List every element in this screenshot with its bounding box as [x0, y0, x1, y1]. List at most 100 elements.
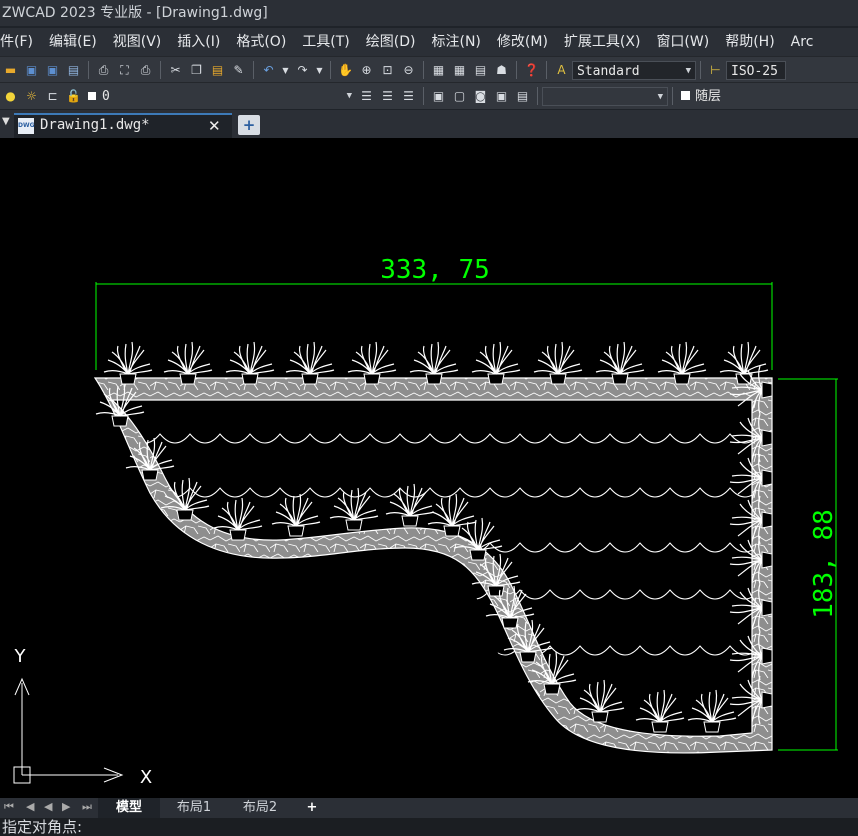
ucs-x-label: X [140, 767, 152, 788]
dimension-horizontal-text: 333, 75 [380, 255, 490, 285]
object-viewport-icon[interactable]: ▣ [494, 88, 510, 104]
layer-state-icon[interactable]: ☰ [401, 88, 417, 104]
toolbar-separator [330, 61, 331, 79]
redo-dropdown-icon[interactable]: ▼ [316, 62, 324, 78]
menu-insert[interactable]: 插入(I) [169, 28, 228, 56]
toolbar-separator [537, 87, 538, 105]
viewport-icon[interactable]: ▣ [431, 88, 447, 104]
markup-icon[interactable]: ☗ [494, 62, 510, 78]
close-tab-icon[interactable]: ✕ [208, 117, 221, 135]
save-icon[interactable]: ▣ [24, 62, 40, 78]
command-line[interactable]: 指定对角点: [0, 818, 858, 836]
menu-file[interactable]: 件(F) [0, 28, 41, 56]
chevron-down-icon: ▼ [685, 65, 691, 76]
dimension-vertical[interactable]: 183, 88 [778, 378, 839, 751]
tab-drawing1[interactable]: DWG Drawing1.dwg* ✕ [14, 113, 232, 138]
print-icon[interactable]: ⎙ [96, 62, 112, 78]
first-layout-icon[interactable]: ⏮ [4, 800, 14, 814]
help-icon[interactable]: ❓ [524, 62, 540, 78]
menu-modify[interactable]: 修改(M) [489, 28, 556, 56]
zoom-window-icon[interactable]: ⊡ [380, 62, 396, 78]
menu-draw[interactable]: 绘图(D) [358, 28, 424, 56]
layer-color-swatch [88, 91, 96, 100]
undo-dropdown-icon[interactable]: ▼ [282, 62, 290, 78]
layer-on-bulb-icon[interactable]: ● [3, 88, 19, 104]
toolbar-separator [88, 61, 89, 79]
prev-layout-icon-2[interactable]: ◀ [44, 800, 52, 813]
tab-layout2[interactable]: 布局2 [228, 798, 292, 818]
menu-dimension[interactable]: 标注(N) [424, 28, 489, 56]
chevron-down-icon: ▼ [346, 90, 352, 101]
menu-tools[interactable]: 工具(T) [294, 28, 357, 56]
document-tab-bar: ▼ DWG Drawing1.dwg* ✕ + [0, 110, 858, 138]
layer-previous-icon[interactable]: ☰ [380, 88, 396, 104]
toolbar-separator [423, 87, 424, 105]
clip-viewport-icon[interactable]: ▤ [515, 88, 531, 104]
dim-style-icon: ⊢ [710, 63, 721, 77]
menu-extensions[interactable]: 扩展工具(X) [556, 28, 649, 56]
tab-layout1[interactable]: 布局1 [162, 798, 226, 818]
open-folder-icon[interactable]: ▬ [3, 62, 19, 78]
zoom-realtime-icon[interactable]: ⊕ [359, 62, 375, 78]
tab-list-dropdown-icon[interactable]: ▼ [2, 116, 10, 127]
save-as-icon[interactable]: ▣ [45, 62, 61, 78]
redo-icon[interactable]: ↷ [295, 62, 311, 78]
toolbar-separator [423, 61, 424, 79]
toolbar-separator [253, 61, 254, 79]
multi-save-icon[interactable]: ▤ [66, 62, 82, 78]
window-title: ZWCAD 2023 专业版 - [Drawing1.dwg] [0, 0, 858, 26]
linetype-swatch [681, 90, 690, 100]
layout-tab-bar: ⏮ ◀ ◀ ▶ ⏭ 模型 布局1 布局2 + [0, 798, 858, 818]
unlock-icon[interactable]: 🔓 [66, 88, 82, 104]
last-layout-icon[interactable]: ⏭ [82, 800, 92, 814]
paste-icon[interactable]: ▤ [210, 62, 226, 78]
menu-help[interactable]: 帮助(H) [717, 28, 782, 56]
color-select[interactable]: ▼ [542, 86, 668, 106]
toolbar-separator [160, 61, 161, 79]
zoom-previous-icon[interactable]: ⊖ [401, 62, 417, 78]
next-layout-icon[interactable]: ▶ [62, 800, 70, 813]
menu-view[interactable]: 视图(V) [105, 28, 170, 56]
toolbar-separator [672, 87, 673, 105]
freeze-sun-icon[interactable]: ☼ [24, 88, 40, 104]
publish-icon[interactable]: ⎙ [138, 62, 154, 78]
menu-edit[interactable]: 编辑(E) [41, 28, 105, 56]
menu-arc[interactable]: Arc [783, 28, 822, 56]
dimension-vertical-text: 183, 88 [809, 509, 839, 619]
plot-preview-icon[interactable]: ⛶ [117, 62, 133, 78]
ucs-icon: Y X [13, 646, 152, 788]
dim-style-select[interactable]: ISO-25 [726, 60, 786, 80]
prev-layout-icon[interactable]: ◀ [26, 800, 34, 813]
menu-bar: 件(F) 编辑(E) 视图(V) 插入(I) 格式(O) 工具(T) 绘图(D)… [0, 28, 858, 56]
pan-hand-icon[interactable]: ✋ [338, 62, 354, 78]
copy-icon[interactable]: ❐ [189, 62, 205, 78]
tool-palettes-icon[interactable]: ▤ [473, 62, 489, 78]
layer-manager-icon[interactable]: ☰ [359, 88, 375, 104]
menu-window[interactable]: 窗口(W) [648, 28, 717, 56]
text-style-icon: A [557, 63, 566, 77]
match-properties-icon[interactable]: ✎ [231, 62, 247, 78]
add-layout-button[interactable]: + [294, 798, 330, 818]
new-tab-button[interactable]: + [238, 115, 260, 135]
text-style-select[interactable]: Standard ▼ [572, 60, 696, 80]
design-center-icon[interactable]: ▦ [452, 62, 468, 78]
dwg-file-icon: DWG [18, 118, 35, 134]
command-prompt: 指定对角点: [2, 818, 83, 836]
toolbar-separator [700, 61, 701, 79]
single-viewport-icon[interactable]: ▢ [452, 88, 468, 104]
drawing-canvas[interactable]: 333, 75 183, 88 Y X [0, 138, 858, 798]
layers-toolbar: ● ☼ ⊏ 🔓 0 ▼ ☰ ☰ ☰ ▣ ▢ ◙ ▣ ▤ ▼ 随层 [0, 82, 858, 109]
undo-icon[interactable]: ↶ [261, 62, 277, 78]
toolbar-separator [546, 61, 547, 79]
polygon-viewport-icon[interactable]: ◙ [473, 88, 489, 104]
drawing-svg: 333, 75 183, 88 Y X [13, 255, 839, 788]
cut-icon[interactable]: ✂ [168, 62, 184, 78]
linetype-select[interactable]: 随层 [677, 86, 797, 106]
tab-model[interactable]: 模型 [98, 798, 160, 818]
menu-format[interactable]: 格式(O) [228, 28, 294, 56]
current-vp-freeze-icon[interactable]: ⊏ [45, 88, 61, 104]
chevron-down-icon: ▼ [657, 91, 663, 102]
standard-toolbar: ▬ ▣ ▣ ▤ ⎙ ⛶ ⎙ ✂ ❐ ▤ ✎ ↶ ▼ ↷ ▼ ✋ ⊕ ⊡ ⊖ ▦ … [0, 56, 858, 83]
properties-icon[interactable]: ▦ [431, 62, 447, 78]
layer-select[interactable]: 0 ▼ [84, 86, 356, 106]
